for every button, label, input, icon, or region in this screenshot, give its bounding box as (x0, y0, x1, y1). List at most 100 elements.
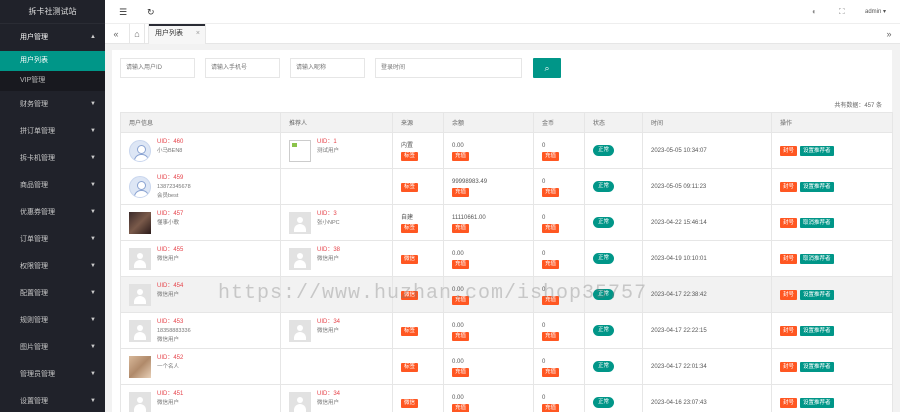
source-tag: 微信 (401, 254, 419, 264)
sidebar-item[interactable]: 用户管理 ▲ (0, 24, 105, 51)
nickname-search-input[interactable] (290, 58, 365, 78)
sidebar-item[interactable]: 配置管理 ▼ (0, 280, 105, 307)
table-row: UID：452 一个名人 标签 0.00 充值 0 充值 正常 2023-04-17 22:01… (120, 348, 893, 385)
status-badge[interactable]: 正常 (593, 181, 615, 192)
user-info: UID：451 微信用户 (129, 386, 280, 412)
admin-user-menu[interactable]: admin ▾ (865, 0, 886, 24)
user-info-cell: UID：451 微信用户 (120, 384, 281, 412)
referrer-name: 微信用户 (317, 399, 340, 406)
tab-label: 用户列表 (155, 30, 183, 37)
home-icon[interactable]: ⌂ (129, 24, 145, 44)
sidebar-item[interactable]: 拼订单管理 ▼ (0, 118, 105, 145)
referrer-action-button[interactable]: 取消推荐者 (800, 253, 834, 264)
user-text: UID：453 18358883336 微信用户 (157, 318, 191, 345)
phone-search-input[interactable] (205, 58, 280, 78)
refresh-icon[interactable]: ↻ (147, 0, 155, 24)
ban-button[interactable]: 封号 (780, 325, 798, 336)
fullscreen-icon[interactable]: ⛶ (839, 0, 845, 24)
user-avatar (129, 319, 151, 342)
coin-recharge-button[interactable]: 充值 (542, 403, 560, 412)
status-badge[interactable]: 正常 (593, 397, 615, 408)
coin-recharge-button[interactable]: 充值 (542, 223, 560, 233)
ban-button[interactable]: 封号 (780, 361, 798, 372)
uid-search-input[interactable] (120, 58, 195, 78)
column-header: 用户信息 (120, 112, 281, 133)
sidebar-item[interactable]: 规则管理 ▼ (0, 307, 105, 334)
column-header: 来源 (392, 112, 444, 133)
coin-recharge-button[interactable]: 充值 (542, 331, 560, 341)
sidebar-item[interactable]: 管理员管理 ▼ (0, 361, 105, 388)
actions-cell: 封号 取消推荐者 (771, 240, 893, 277)
user-avatar (129, 211, 151, 234)
chevron-down-icon: ▼ (90, 101, 96, 107)
coin-recharge-button[interactable]: 充值 (542, 151, 560, 161)
referrer-action-button[interactable]: 设置推荐者 (800, 289, 834, 300)
status-badge[interactable]: 正常 (593, 361, 615, 372)
table-row: UID：451 微信用户 UID：34 微信用户 微信 0.00 充值 0 充值 正常 2023-0… (120, 384, 893, 412)
ban-button[interactable]: 封号 (780, 181, 798, 192)
source-tag: 标签 (401, 326, 419, 336)
search-button[interactable]: ⌕ (533, 58, 561, 78)
sidebar-item[interactable]: 设置管理 ▼ (0, 388, 105, 412)
sidebar-item[interactable]: 商品管理 ▼ (0, 172, 105, 199)
sidebar-subitem[interactable]: VIP管理 (0, 71, 105, 91)
referrer-avatar (289, 139, 311, 162)
ban-button[interactable]: 封号 (780, 397, 798, 408)
referrer-name: 测试用户 (317, 147, 340, 154)
balance-recharge-button[interactable]: 充值 (452, 259, 470, 269)
user-nickname: 微信用户 (157, 399, 180, 406)
balance-recharge-button[interactable]: 充值 (452, 331, 470, 341)
referrer-info: UID：3 张小NPC (289, 206, 392, 240)
referrer-cell (280, 168, 393, 205)
sidebar-item[interactable]: 图片管理 ▼ (0, 334, 105, 361)
sidebar-item[interactable]: 财务管理 ▼ (0, 91, 105, 118)
coin-recharge-button[interactable]: 充值 (542, 367, 560, 377)
tab-prev-icon[interactable]: « (109, 24, 123, 44)
sidebar-item[interactable]: 权限管理 ▼ (0, 253, 105, 280)
tab-next-icon[interactable]: » (882, 24, 896, 44)
source-cell: 标签 (392, 348, 444, 385)
menu-toggle-icon[interactable]: ☰ (119, 0, 127, 24)
referrer-action-button[interactable]: 设置推荐者 (800, 145, 834, 156)
ban-button[interactable]: 封号 (780, 145, 798, 156)
status-badge[interactable]: 正常 (593, 253, 615, 264)
status-badge[interactable]: 正常 (593, 325, 615, 336)
tab-bar: « ⌂ 用户列表 × » (105, 24, 900, 44)
referrer-action-button[interactable]: 取消推荐者 (800, 217, 834, 228)
tab-user-list[interactable]: 用户列表 × (148, 24, 206, 44)
referrer-action-button[interactable]: 设置推荐者 (800, 325, 834, 336)
referrer-action-button[interactable]: 设置推荐者 (800, 397, 834, 408)
sidebar-item[interactable]: 订单管理 ▼ (0, 226, 105, 253)
user-info-cell: UID：459 13872345678 会员best (120, 168, 281, 205)
coin-recharge-button[interactable]: 充值 (542, 187, 560, 197)
balance-recharge-button[interactable]: 充值 (452, 403, 470, 412)
sidebar-item-label: 财务管理 (20, 101, 48, 108)
user-info-cell: UID：455 微信用户 (120, 240, 281, 277)
sidebar-subitem[interactable]: 用户列表 (0, 51, 105, 71)
coin-cell: 0 充值 (533, 240, 585, 277)
sidebar-menu: 用户管理 ▲ 用户列表 VIP管理财务管理 ▼ 拼订单管理 ▼ 拆卡机管理 ▼ 商品管理 ▼ 优惠券管… (0, 24, 105, 412)
login-time-input[interactable] (375, 58, 522, 78)
referrer-uid: UID：34 (317, 390, 341, 397)
theme-icon[interactable]: ◐ (812, 0, 817, 24)
balance-cell: 0.00 充值 (443, 312, 534, 349)
sidebar-item[interactable]: 拆卡机管理 ▼ (0, 145, 105, 172)
ban-button[interactable]: 封号 (780, 289, 798, 300)
ban-button[interactable]: 封号 (780, 217, 798, 228)
tab-close-icon[interactable]: × (196, 24, 200, 44)
referrer-action-button[interactable]: 设置推荐者 (800, 361, 834, 372)
user-info: UID：457 懂事小歌 (129, 206, 280, 240)
coin-recharge-button[interactable]: 充值 (542, 259, 560, 269)
status-badge[interactable]: 正常 (593, 145, 615, 156)
balance-recharge-button[interactable]: 充值 (452, 187, 470, 197)
balance-recharge-button[interactable]: 充值 (452, 223, 470, 233)
balance-recharge-button[interactable]: 充值 (452, 367, 470, 377)
status-badge[interactable]: 正常 (593, 217, 615, 228)
ban-button[interactable]: 封号 (780, 253, 798, 264)
coin-value: 0 (542, 142, 546, 149)
sidebar-item-label: 设置管理 (20, 398, 48, 405)
balance-recharge-button[interactable]: 充值 (452, 151, 470, 161)
referrer-action-button[interactable]: 设置推荐者 (800, 181, 834, 192)
sidebar-item[interactable]: 优惠券管理 ▼ (0, 199, 105, 226)
chevron-down-icon: ▼ (90, 155, 96, 161)
